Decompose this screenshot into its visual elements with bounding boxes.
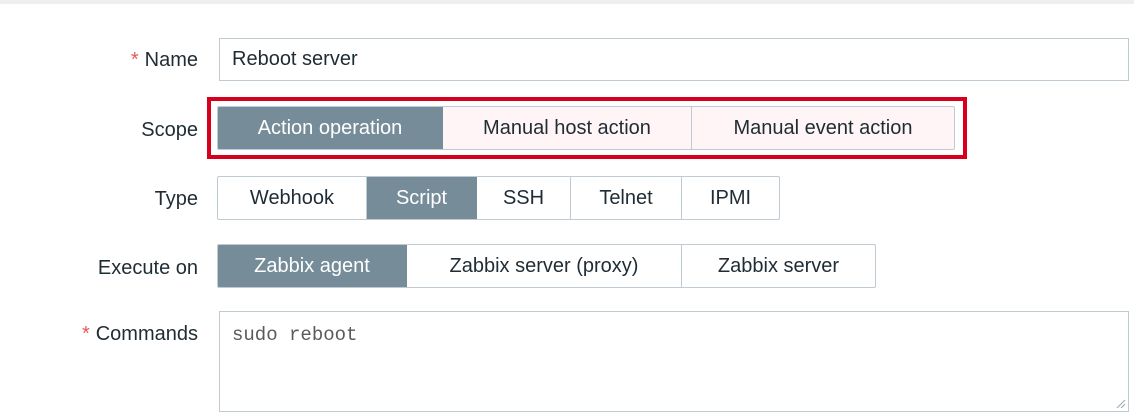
type-option-telnet[interactable]: Telnet: [571, 177, 682, 219]
type-option-ssh[interactable]: SSH: [477, 177, 571, 219]
type-option-ipmi[interactable]: IPMI: [682, 177, 779, 219]
required-asterisk: *: [81, 323, 90, 345]
type-segmented-control: Webhook Script SSH Telnet IPMI: [217, 176, 780, 220]
name-input[interactable]: [219, 38, 1129, 81]
commands-label-text: Commands: [95, 323, 198, 345]
execute-on-option-zabbix-agent[interactable]: Zabbix agent: [218, 245, 407, 287]
execute-on-option-zabbix-server-proxy[interactable]: Zabbix server (proxy): [407, 245, 682, 287]
commands-textarea[interactable]: sudo reboot: [219, 311, 1129, 412]
scope-option-manual-host-action[interactable]: Manual host action: [443, 107, 692, 149]
type-option-script[interactable]: Script: [367, 177, 477, 219]
execute-on-label: Execute on: [97, 257, 198, 279]
execute-on-segmented-control: Zabbix agent Zabbix server (proxy) Zabbi…: [217, 244, 876, 288]
required-asterisk: *: [130, 49, 139, 71]
script-form: *Name Scope Action operation Manual host…: [0, 0, 1134, 418]
scope-label: Scope: [141, 119, 198, 141]
resize-handle-icon[interactable]: [1116, 399, 1126, 409]
scope-option-action-operation[interactable]: Action operation: [218, 107, 443, 149]
commands-label: * Commands: [82, 322, 198, 346]
type-option-webhook[interactable]: Webhook: [218, 177, 367, 219]
execute-on-option-zabbix-server[interactable]: Zabbix server: [682, 245, 875, 287]
name-label: * Name: [131, 48, 198, 72]
type-label: Type: [154, 188, 198, 210]
name-label-text: Name: [144, 49, 198, 71]
scope-segmented-control: Action operation Manual host action Manu…: [217, 106, 955, 150]
scope-option-manual-event-action[interactable]: Manual event action: [692, 107, 954, 149]
